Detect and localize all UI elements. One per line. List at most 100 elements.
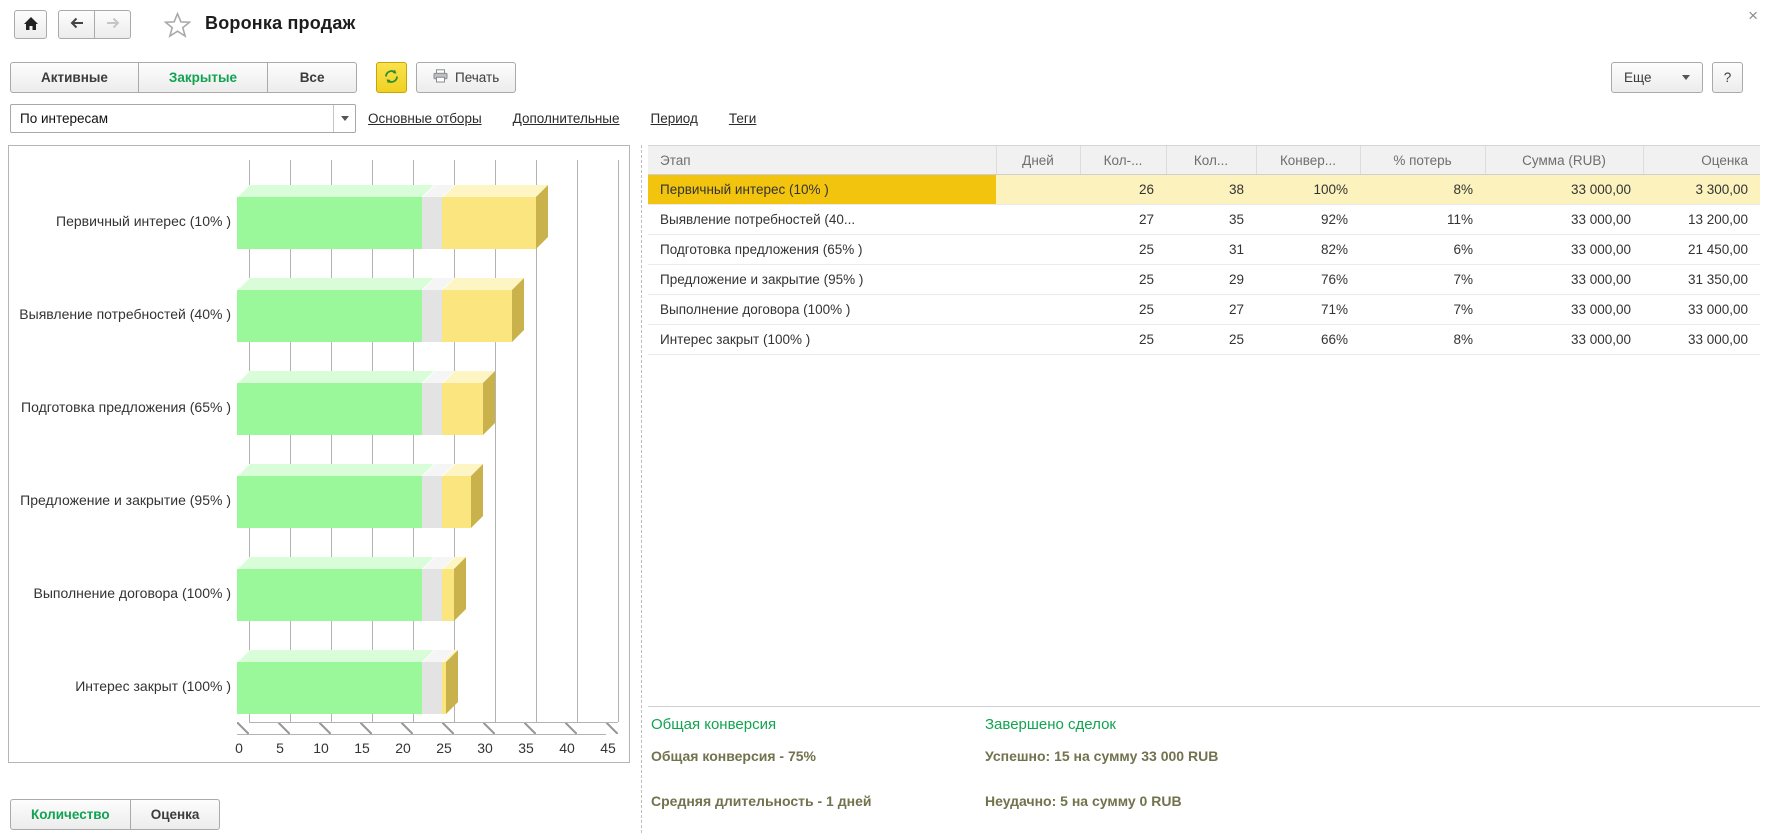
table-cell[interactable]: Интерес закрыт (100% ) [648,325,996,355]
funnel-bar-segment-yellow[interactable] [442,476,471,528]
funnel-bar-segment-green[interactable] [237,290,422,342]
favorite-star-icon[interactable] [164,12,191,43]
filter-link[interactable]: Теги [729,111,756,126]
funnel-bar-segment-green[interactable] [237,197,422,249]
funnel-bar-segment-yellow[interactable] [442,569,454,621]
funnel-bar-segment-green[interactable] [237,383,422,435]
table-cell[interactable] [996,205,1080,235]
table-cell[interactable]: 27 [1080,205,1166,235]
funnel-bar-segment-green[interactable] [237,662,422,714]
table-cell[interactable]: 92% [1256,205,1360,235]
table-cell[interactable]: 21 450,00 [1643,235,1760,265]
table-cell[interactable]: 33 000,00 [1485,295,1643,325]
table-cell[interactable]: 76% [1256,265,1360,295]
funnel-bar-segment-gray[interactable] [422,662,443,714]
funnel-bar-segment-gray[interactable] [422,290,443,342]
more-button[interactable]: Еще [1611,62,1703,93]
table-cell[interactable]: 6% [1360,235,1485,265]
table-cell[interactable]: 26 [1080,175,1166,205]
column-header[interactable]: % потерь [1360,146,1485,175]
table-row[interactable]: Выявление потребностей (40... 273592%11%3… [648,205,1760,235]
table-cell[interactable] [996,175,1080,205]
funnel-bar-segment-gray[interactable] [422,476,443,528]
filter-link[interactable]: Основные отборы [368,111,482,126]
chart-tab-количество[interactable]: Количество [10,799,131,830]
column-header[interactable]: Кол... [1166,146,1256,175]
home-button[interactable] [14,10,47,39]
column-header[interactable]: Кол-... [1080,146,1166,175]
table-row[interactable]: Первичный интерес (10% ) 2638100%8%33 000… [648,175,1760,205]
table-cell[interactable]: 33 000,00 [1485,205,1643,235]
table-row[interactable]: Предложение и закрытие (95% ) 252976%7%33… [648,265,1760,295]
table-cell[interactable]: 11% [1360,205,1485,235]
funnel-bar-segment-gray[interactable] [422,197,443,249]
table-cell[interactable]: 38 [1166,175,1256,205]
table-cell[interactable]: 82% [1256,235,1360,265]
table-cell[interactable] [996,265,1080,295]
table-cell[interactable]: 7% [1360,295,1485,325]
funnel-bar-segment-gray[interactable] [422,569,443,621]
table-cell[interactable]: 33 000,00 [1485,175,1643,205]
funnel-bar-segment-green[interactable] [237,569,422,621]
view-tab-закрытые[interactable]: Закрытые [138,62,268,93]
funnel-bar-segment-yellow[interactable] [442,383,483,435]
funnel-bar-segment-yellow[interactable] [442,197,536,249]
table-cell[interactable]: 66% [1256,325,1360,355]
chart-tab-оценка[interactable]: Оценка [130,799,221,830]
table-cell[interactable]: 35 [1166,205,1256,235]
column-header[interactable]: Этап [648,146,996,175]
help-button[interactable]: ? [1712,62,1743,93]
table-row[interactable]: Выполнение договора (100% )252771%7%33 0… [648,295,1760,325]
table-cell[interactable]: 33 000,00 [1485,235,1643,265]
table-row[interactable]: Интерес закрыт (100% )252566%8%33 000,00… [648,325,1760,355]
combobox-dropdown-button[interactable] [333,105,355,132]
table-cell[interactable]: 33 000,00 [1643,325,1760,355]
table-cell[interactable]: 33 000,00 [1485,265,1643,295]
table-cell[interactable] [996,325,1080,355]
filter-link[interactable]: Период [651,111,698,126]
table-cell[interactable]: 8% [1360,325,1485,355]
column-header[interactable]: Конвер... [1256,146,1360,175]
filter-link[interactable]: Дополнительные [513,111,620,126]
table-cell[interactable]: 33 000,00 [1643,295,1760,325]
column-header[interactable]: Оценка [1643,146,1760,175]
funnel-bar-segment-yellow[interactable] [442,290,512,342]
table-cell[interactable]: 7% [1360,265,1485,295]
table-row[interactable]: Подготовка предложения (65% ) 253182%6%33… [648,235,1760,265]
table-cell[interactable]: 25 [1080,325,1166,355]
funnel-bar-segment-gray[interactable] [422,383,443,435]
table-cell[interactable]: Выполнение договора (100% ) [648,295,996,325]
table-cell[interactable] [996,235,1080,265]
table-cell[interactable]: 8% [1360,175,1485,205]
table-cell[interactable]: Выявление потребностей (40... [648,205,996,235]
table-cell[interactable]: 25 [1080,295,1166,325]
table-cell[interactable]: 31 350,00 [1643,265,1760,295]
table-cell[interactable]: Предложение и закрытие (95% ) [648,265,996,295]
forward-button[interactable] [94,10,131,39]
column-header[interactable]: Сумма (RUB) [1485,146,1643,175]
table-cell[interactable]: 29 [1166,265,1256,295]
table-cell[interactable]: 25 [1080,235,1166,265]
table-cell[interactable]: Первичный интерес (10% ) [648,175,996,205]
table-cell[interactable]: 31 [1166,235,1256,265]
table-cell[interactable]: 71% [1256,295,1360,325]
table-cell[interactable]: 25 [1080,265,1166,295]
table-cell[interactable] [996,295,1080,325]
table-cell[interactable]: 13 200,00 [1643,205,1760,235]
table-cell[interactable]: 25 [1166,325,1256,355]
close-icon[interactable]: × [1748,6,1758,26]
view-tab-все[interactable]: Все [267,62,357,93]
table-cell[interactable]: 3 300,00 [1643,175,1760,205]
table-cell[interactable]: 100% [1256,175,1360,205]
table-cell[interactable]: Подготовка предложения (65% ) [648,235,996,265]
refresh-button[interactable] [376,62,407,93]
grouping-combobox[interactable]: По интересам [10,104,356,133]
column-header[interactable]: Дней [996,146,1080,175]
table-cell[interactable]: 33 000,00 [1485,325,1643,355]
back-button[interactable] [58,10,95,39]
table-cell[interactable]: 27 [1166,295,1256,325]
funnel-bar-segment-green[interactable] [237,476,422,528]
print-button[interactable]: Печать [416,62,516,93]
view-tab-активные[interactable]: Активные [10,62,139,93]
panel-splitter[interactable] [641,145,642,833]
